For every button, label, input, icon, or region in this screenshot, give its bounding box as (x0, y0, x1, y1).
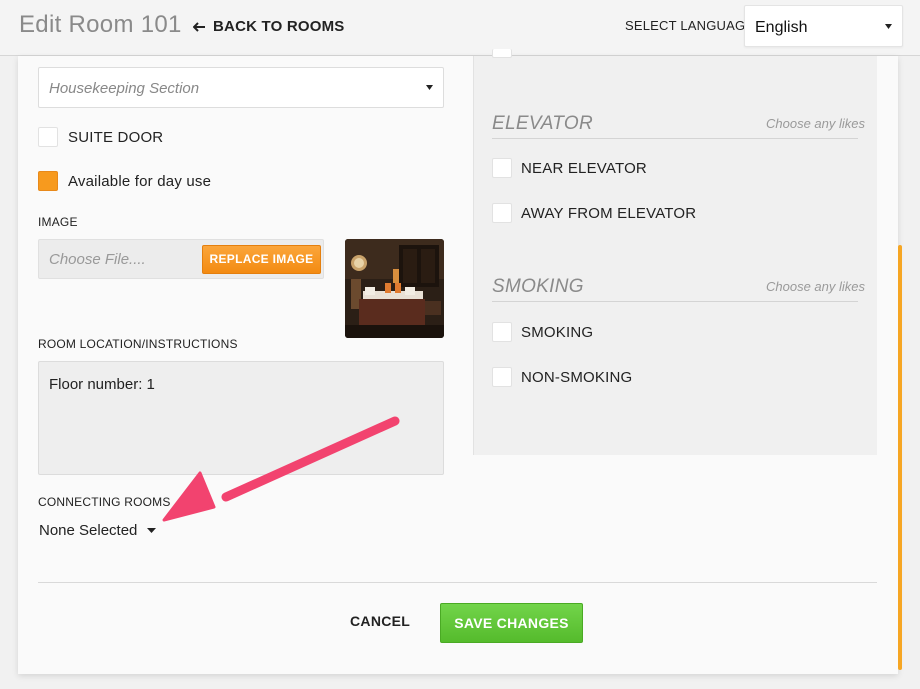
away-from-elevator-checkbox[interactable] (492, 203, 512, 223)
elevator-section-title: ELEVATOR (492, 113, 593, 134)
arrow-left-icon (193, 21, 205, 32)
top-bar: Edit Room 101 BACK TO ROOMS SELECT LANGU… (0, 0, 920, 56)
connecting-rooms-dropdown[interactable]: None Selected (39, 522, 157, 539)
save-changes-button[interactable]: SAVE CHANGES (440, 603, 583, 643)
smoking-section-hint: Choose any likes (766, 279, 865, 294)
cancel-button[interactable]: CANCEL (350, 613, 410, 629)
file-placeholder: Choose File.... (49, 251, 146, 268)
near-elevator-label: NEAR ELEVATOR (521, 160, 647, 177)
housekeeping-section-select[interactable]: Housekeeping Section (38, 67, 444, 108)
footer-divider (38, 582, 877, 583)
day-use-checkbox[interactable] (38, 171, 58, 191)
back-to-rooms-link[interactable]: BACK TO ROOMS (193, 18, 345, 35)
page-title: Edit Room 101 (19, 11, 182, 38)
room-location-textarea[interactable]: Floor number: 1 (38, 361, 444, 475)
language-value: English (755, 19, 808, 36)
near-elevator-checkbox[interactable] (492, 158, 512, 178)
smoking-checkbox[interactable] (492, 322, 512, 342)
room-location-label: ROOM LOCATION/INSTRUCTIONS (38, 337, 238, 351)
non-smoking-checkbox[interactable] (492, 367, 512, 387)
non-smoking-label: NON-SMOKING (521, 369, 633, 386)
room-image-thumbnail (345, 239, 444, 338)
image-label: IMAGE (38, 215, 78, 229)
housekeeping-placeholder: Housekeeping Section (49, 80, 200, 97)
connecting-rooms-label: CONNECTING ROOMS (38, 495, 171, 509)
smoking-label: SMOKING (521, 324, 594, 341)
suite-door-checkbox[interactable] (38, 127, 58, 147)
scrollbar-thumb[interactable] (898, 245, 902, 670)
smoking-section-title: SMOKING (492, 276, 584, 297)
elevator-section-hint: Choose any likes (766, 116, 865, 131)
caret-down-icon (147, 528, 157, 533)
connecting-rooms-value: None Selected (39, 522, 138, 539)
caret-down-icon (426, 85, 433, 90)
elevator-divider (492, 138, 858, 139)
back-to-rooms-label: BACK TO ROOMS (213, 18, 345, 35)
language-select[interactable]: English (744, 5, 903, 47)
smoking-divider (492, 301, 858, 302)
language-label: SELECT LANGUAGE (625, 18, 755, 33)
caret-down-icon (885, 24, 892, 29)
checkbox-partial[interactable] (492, 49, 512, 58)
day-use-label: Available for day use (68, 173, 212, 190)
away-from-elevator-label: AWAY FROM ELEVATOR (521, 205, 697, 222)
replace-image-button[interactable]: REPLACE IMAGE (202, 245, 321, 274)
suite-door-label: SUITE DOOR (68, 129, 164, 146)
